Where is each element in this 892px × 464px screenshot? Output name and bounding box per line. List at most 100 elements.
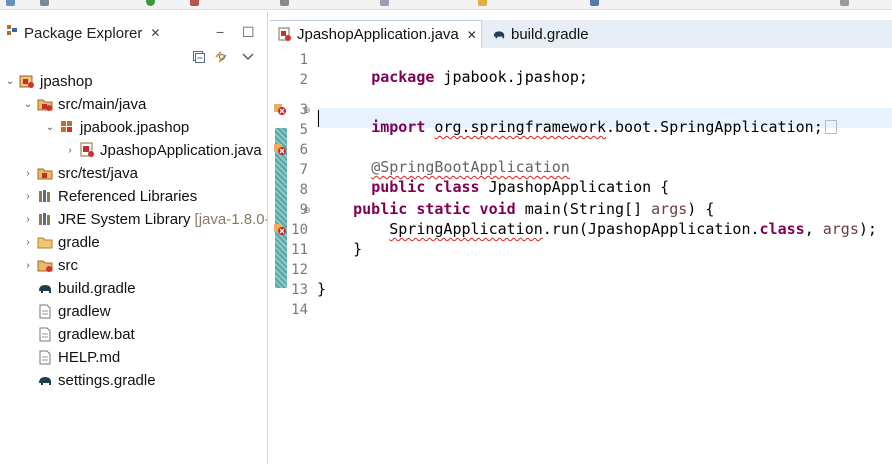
line-number: 7 xyxy=(299,162,308,178)
tree-item-gradle-folder[interactable]: › gradle xyxy=(22,231,100,253)
gradle-elephant-icon xyxy=(36,280,54,296)
tree-item-src-test-java[interactable]: › src/test/java xyxy=(22,162,138,184)
run-icon[interactable] xyxy=(146,0,155,6)
fold-expand-icon[interactable]: ⊕ xyxy=(303,105,311,116)
tree-item-jre-system-library[interactable]: › JRE System Library [java-1.8.0- xyxy=(22,208,267,230)
tree-item-label: HELP.md xyxy=(58,348,121,366)
collapsed-chevron-icon[interactable]: › xyxy=(22,237,34,248)
tab-package-explorer[interactable]: Package Explorer ✕ xyxy=(0,20,166,46)
view-menu-icon[interactable] xyxy=(242,50,254,65)
tree-item-jpashop-application-java[interactable]: › JpashopApplication.java xyxy=(64,139,262,161)
code-line-13: } xyxy=(317,280,327,298)
tree-item-help-md[interactable]: HELP.md xyxy=(34,346,120,368)
save-icon[interactable] xyxy=(40,0,49,6)
link-with-editor-icon[interactable] xyxy=(214,50,230,67)
package-icon xyxy=(58,119,76,135)
tree-item-label: gradlew xyxy=(58,302,111,320)
code-line-7: public class JpashopApplication { xyxy=(371,178,670,196)
tree-item-referenced-libraries[interactable]: › Referenced Libraries xyxy=(22,185,197,207)
minimize-icon[interactable]: − xyxy=(216,24,224,40)
editor-tabbar: JpashopApplication.java ✕ build.gradle xyxy=(270,20,892,48)
line-number: 6 xyxy=(299,142,308,158)
code-line-6: @SpringBootApplication xyxy=(371,158,570,176)
code-line-10: SpringApplication.run(JpashopApplication… xyxy=(389,220,877,238)
line-number: 14 xyxy=(291,302,308,318)
collapsed-chevron-icon[interactable]: › xyxy=(22,214,34,225)
collapse-all-icon[interactable] xyxy=(192,50,206,67)
collapsed-chevron-icon[interactable]: › xyxy=(64,145,76,156)
code-editor: JpashopApplication.java ✕ build.gradle 1… xyxy=(270,12,892,464)
tab-jpashop-application-java[interactable]: JpashopApplication.java ✕ xyxy=(270,20,482,48)
tree-item-label: gradlew.bat xyxy=(58,325,135,343)
line-number: 11 xyxy=(291,242,308,258)
tree-item-label: JpashopApplication.java xyxy=(100,141,262,159)
maximize-icon[interactable]: ☐ xyxy=(242,24,255,41)
build-icon[interactable] xyxy=(280,0,289,6)
tab-build-gradle[interactable]: build.gradle xyxy=(484,20,597,48)
tab-label: Package Explorer xyxy=(24,24,143,42)
tree-item-gradlew[interactable]: gradlew xyxy=(34,300,111,322)
tree-item-build-gradle[interactable]: build.gradle xyxy=(34,277,136,299)
tree-item-label: src/main/java xyxy=(58,95,147,113)
package-explorer-tabbar: Package Explorer ✕ − ☐ xyxy=(0,20,267,48)
back-icon[interactable] xyxy=(840,0,849,6)
source-folder-icon xyxy=(36,165,54,181)
error-marker-icon[interactable] xyxy=(273,102,287,116)
library-icon xyxy=(36,188,54,204)
tree-item-src-main-java[interactable]: ⌄ src/main/java xyxy=(22,93,147,115)
line-number: 5 xyxy=(299,122,308,138)
file-icon xyxy=(36,326,54,342)
library-icon xyxy=(36,211,54,227)
highlight-icon[interactable] xyxy=(478,0,487,6)
search-icon[interactable] xyxy=(380,0,389,6)
error-marker-icon[interactable] xyxy=(273,142,287,156)
code-line-9: public static void main(String[] args) { xyxy=(353,200,715,218)
tree-item-label: JRE System Library xyxy=(58,210,191,228)
tree-item-label: jpabook.jpashop xyxy=(80,118,190,136)
main-toolbar xyxy=(0,0,892,10)
folded-imports-icon[interactable] xyxy=(824,120,837,134)
tree-item-settings-gradle[interactable]: settings.gradle xyxy=(34,369,156,391)
line-number: 1 xyxy=(299,52,308,68)
code-text-area[interactable]: package jpabook.jpashop; import org.spri… xyxy=(317,48,892,464)
expanded-chevron-icon[interactable]: ⌄ xyxy=(4,76,16,87)
close-icon[interactable]: ✕ xyxy=(150,26,160,40)
tree-item-src[interactable]: › src xyxy=(22,254,78,276)
tree-item-label: gradle xyxy=(58,233,100,251)
expanded-chevron-icon[interactable]: ⌄ xyxy=(22,99,34,110)
close-icon[interactable]: ✕ xyxy=(467,28,477,42)
code-line-1: package jpabook.jpashop; xyxy=(371,68,588,86)
pin-icon[interactable] xyxy=(590,0,599,6)
collapsed-chevron-icon[interactable]: › xyxy=(22,191,34,202)
gradle-project-icon xyxy=(18,73,36,89)
fold-collapse-icon[interactable]: ⊖ xyxy=(303,205,311,216)
line-number: 13 xyxy=(291,282,308,298)
collapsed-chevron-icon[interactable]: › xyxy=(22,168,34,179)
java-file-error-icon xyxy=(78,142,96,158)
tree-item-label: settings.gradle xyxy=(58,371,156,389)
file-icon xyxy=(36,303,54,319)
tree-item-gradlew-bat[interactable]: gradlew.bat xyxy=(34,323,135,345)
tree-item-label: src xyxy=(58,256,78,274)
tree-item-jpashop[interactable]: ⌄ jpashop xyxy=(4,70,93,92)
tree-item-jpabook-jpashop[interactable]: ⌄ jpabook.jpashop xyxy=(44,116,189,138)
package-explorer-panel: Package Explorer ✕ − ☐ ⌄ jpashop ⌄ src/m… xyxy=(0,12,268,464)
code-line-3: import org.springframework.boot.SpringAp… xyxy=(317,100,837,136)
package-explorer-icon xyxy=(6,24,18,42)
tab-label: JpashopApplication.java xyxy=(297,26,459,43)
collapsed-chevron-icon[interactable]: › xyxy=(22,260,34,271)
expanded-chevron-icon[interactable]: ⌄ xyxy=(44,122,56,133)
tree-item-label: build.gradle xyxy=(58,279,136,297)
error-marker-icon[interactable] xyxy=(273,222,287,236)
line-number: 2 xyxy=(299,72,308,88)
gradle-elephant-icon xyxy=(492,28,506,40)
tree-item-label: src/test/java xyxy=(58,164,139,182)
source-folder-icon xyxy=(36,257,54,273)
folder-icon xyxy=(36,234,54,250)
annotation-gutter: 1 2 3 ⊕ 5 6 7 8 9 ⊖ 10 11 12 13 14 xyxy=(270,48,311,464)
tree-item-label: jpashop xyxy=(40,72,93,90)
source-folder-icon xyxy=(36,96,54,112)
debug-icon[interactable] xyxy=(190,0,199,6)
new-icon[interactable] xyxy=(6,0,15,6)
code-line-11: } xyxy=(353,240,363,258)
